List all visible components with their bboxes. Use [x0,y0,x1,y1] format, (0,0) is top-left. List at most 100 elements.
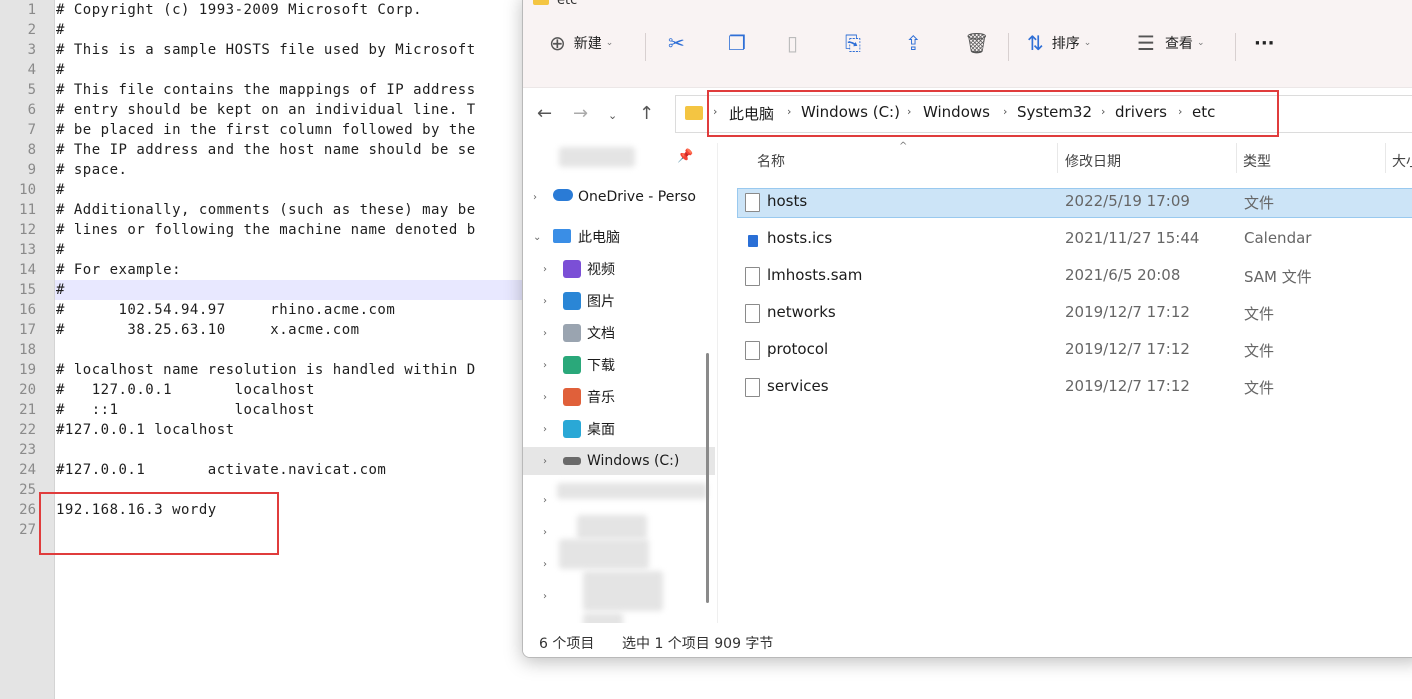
file-name[interactable]: hosts [767,192,807,210]
column-header-date[interactable]: 修改日期 [1065,151,1121,171]
sidebar-item[interactable]: › 桌面 [523,415,715,443]
chevron-right-icon[interactable]: › [543,527,547,538]
sidebar-item[interactable]: › 音乐 [523,383,715,411]
chevron-right-icon[interactable]: › [543,296,547,307]
view-button[interactable]: ☰ 查看 ⌄ [1137,29,1204,57]
sidebar-item[interactable]: › Windows (C:) [523,447,715,475]
file-modified-date: 2019/12/7 17:12 [1065,303,1190,321]
cut-button[interactable]: ✂ [668,29,685,57]
column-header-name[interactable]: 名称 [757,151,785,171]
code-line[interactable]: # This is a sample HOSTS file used by Mi… [56,40,476,60]
sidebar-item-label: 文档 [587,326,615,342]
code-line[interactable]: # 38.25.63.10 x.acme.com [56,320,360,340]
chevron-right-icon[interactable]: › [543,424,547,435]
code-line[interactable]: # entry should be kept on an individual … [56,100,476,120]
file-icon [745,267,760,286]
code-line[interactable]: # 102.54.94.97 rhino.acme.com [56,300,395,320]
sort-button-label: 排序 [1051,36,1080,52]
code-line[interactable]: # This file contains the mappings of IP … [56,80,476,100]
calendar-file-icon [748,235,758,247]
chevron-right-icon[interactable]: › [543,360,547,371]
sidebar-scrollbar[interactable] [706,353,709,603]
paste-button[interactable]: ▯ [787,29,798,57]
code-line[interactable]: # [56,180,65,200]
sort-button[interactable]: ⇅ 排序 ⌄ [1027,29,1091,57]
up-arrow-icon[interactable]: ↑ [639,103,654,124]
file-name[interactable]: services [767,377,829,395]
code-line[interactable]: # For example: [56,260,181,280]
file-name[interactable]: hosts.ics [767,229,832,247]
code-line[interactable]: # space. [56,160,127,180]
desktop-icon [563,420,581,438]
copy-button[interactable]: ❐ [728,29,746,57]
sidebar-item[interactable]: › 下载 [523,351,715,379]
file-icon [745,341,760,360]
back-arrow-icon[interactable]: ← [537,103,552,124]
sidebar-item[interactable]: › 视频 [523,255,715,283]
toolbar-divider [645,33,646,61]
pin-icon[interactable]: 📌 [677,149,693,164]
copy-icon: ❐ [728,31,746,55]
code-line[interactable]: # [56,280,65,300]
code-line[interactable]: #127.0.0.1 activate.navicat.com [56,460,386,480]
code-line[interactable]: # be placed in the first column followed… [56,120,476,140]
blurred-quick-access-item [559,147,635,167]
highlight-box-new-entry [39,492,279,555]
file-modified-date: 2019/12/7 17:12 [1065,340,1190,358]
current-line-highlight [55,280,525,300]
chevron-right-icon[interactable]: › [543,264,547,275]
code-line[interactable]: # 127.0.0.1 localhost [56,380,315,400]
line-number: 20 [19,382,36,398]
code-line[interactable]: # ::1 localhost [56,400,315,420]
file-type: 文件 [1244,305,1275,323]
column-divider[interactable] [1057,143,1058,173]
chevron-right-icon[interactable]: › [543,456,547,467]
code-line[interactable]: #127.0.0.1 localhost [56,420,235,440]
file-explorer-window[interactable]: etc ⊕ 新建 ⌄ ✂ ❐ ▯ ⎘ ⇪ 🗑 ⇅ 排序 ⌄ ☰ 查看 ⌄ ···… [522,0,1412,658]
code-line[interactable]: # [56,60,65,80]
navigation-pane[interactable]: 📌 › OneDrive - Perso ⌄ 此电脑 › 视频 › 图片 › 文档 › 下载 ›… [523,143,715,643]
code-line[interactable]: # [56,240,65,260]
code-line[interactable]: # localhost name resolution is handled w… [56,360,476,380]
column-divider[interactable] [1236,143,1237,173]
chevron-right-icon: › [533,191,537,203]
chevron-right-icon[interactable]: › [543,559,547,570]
code-line[interactable]: # Additionally, comments (such as these)… [56,200,476,220]
new-button[interactable]: ⊕ 新建 ⌄ [549,29,613,57]
column-header-size[interactable]: 大小 [1392,151,1412,171]
sidebar-item[interactable]: › 文档 [523,319,715,347]
file-name[interactable]: protocol [767,340,828,358]
chevron-down-icon: ⌄ [1196,38,1205,48]
video-icon [563,260,581,278]
file-name[interactable]: lmhosts.sam [767,266,862,284]
item-count: 6 个项目 [539,636,595,652]
rename-button[interactable]: ⎘ [845,29,861,57]
share-button[interactable]: ⇪ [905,29,922,57]
code-line[interactable]: # Copyright (c) 1993-2009 Microsoft Corp… [56,0,422,20]
delete-button[interactable]: 🗑 [964,29,989,57]
file-type: 文件 [1244,342,1275,360]
title-bar[interactable]: etc [523,0,1412,13]
line-number: 2 [27,22,36,38]
sidebar-item[interactable]: › 图片 [523,287,715,315]
file-name[interactable]: networks [767,303,836,321]
code-line[interactable]: # [56,20,65,40]
column-header-type[interactable]: 类型 [1243,151,1271,171]
file-modified-date: 2021/6/5 20:08 [1065,266,1181,284]
line-number: 22 [19,422,36,438]
forward-arrow-icon[interactable]: → [573,103,588,124]
recent-locations-chevron-icon[interactable]: ⌄ [608,109,617,122]
column-divider[interactable] [1385,143,1386,173]
sidebar-item-onedrive[interactable]: › OneDrive - Perso [523,183,715,211]
line-number: 19 [19,362,36,378]
chevron-right-icon[interactable]: › [543,392,547,403]
more-options-button[interactable]: ··· [1254,29,1275,57]
pictures-icon [563,292,581,310]
code-line[interactable]: # lines or following the machine name de… [56,220,476,240]
sidebar-item-this-pc[interactable]: ⌄ 此电脑 [523,223,715,251]
code-line[interactable]: # The IP address and the host name shoul… [56,140,476,160]
chevron-right-icon[interactable]: › [543,495,547,506]
chevron-right-icon[interactable]: › [543,328,547,339]
line-number: 10 [19,182,36,198]
chevron-right-icon[interactable]: › [543,591,547,602]
